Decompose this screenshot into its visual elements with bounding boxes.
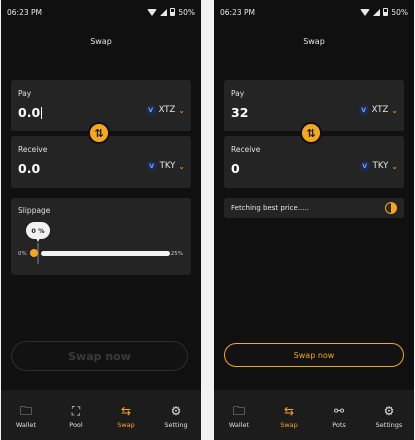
receive-label: Receive: [18, 145, 48, 154]
swap-screen-right: 06:23 PM 50% Swap Pay 32 V XTZ ⌄ Receive…: [214, 0, 414, 440]
receive-token-symbol: TKY: [159, 161, 176, 171]
chevron-down-icon: ⌄: [391, 161, 398, 171]
pay-label: Pay: [18, 89, 32, 98]
wifi-icon: [147, 8, 158, 16]
slippage-value-bubble: 0 %: [26, 222, 50, 242]
pay-amount-input[interactable]: 32: [231, 105, 248, 120]
status-time: 06:23 PM: [220, 7, 255, 17]
battery-icon: [383, 8, 389, 16]
slippage-min-label: 0%: [18, 251, 27, 257]
chevron-down-icon: ⌄: [391, 105, 398, 115]
receive-amount: 0: [231, 161, 240, 176]
receive-label: Receive: [231, 145, 261, 154]
slippage-card: Slippage 0 % 0% 25%: [11, 198, 191, 275]
battery-icon: [170, 8, 176, 16]
pay-token-symbol: XTZ: [158, 105, 176, 115]
fetching-price-text: Fetching best price.....: [231, 204, 309, 212]
wallet-icon: 🗀: [19, 404, 32, 418]
battery-percent: 50%: [178, 7, 195, 17]
settings-gear-icon: ⚙: [383, 404, 395, 418]
bottom-nav: 🗀 Wallet ⇆ Swap ⚯ Pots ⚙ Settings: [214, 390, 414, 440]
tezos-logo-icon: V: [358, 105, 369, 115]
tezos-logo-icon: V: [146, 161, 157, 171]
receive-card: Receive 0 V TKY ⌄: [224, 136, 404, 188]
slippage-slider-thumb[interactable]: [30, 249, 38, 257]
battery-percent: 50%: [391, 7, 408, 17]
swap-screen-left: 06:23 PM 50% Swap Pay 0.0 V XTZ ⌄ Receiv…: [1, 0, 201, 440]
swap-arrows-icon: ⇆: [120, 404, 132, 418]
chevron-down-icon: ⌄: [178, 161, 185, 171]
swap-now-button[interactable]: Swap now: [11, 341, 188, 371]
bottom-nav: 🗀 Wallet ⛶ Pool ⇆ Swap ⚙ Setting: [1, 390, 201, 440]
price-status-card: Fetching best price.....: [224, 198, 404, 218]
pay-amount-input[interactable]: 0.0: [18, 105, 43, 120]
receive-token-symbol: TKY: [372, 161, 389, 171]
receive-token-selector[interactable]: V TKY ⌄: [146, 161, 185, 171]
tezos-logo-icon: V: [145, 105, 156, 115]
nav-item-swap[interactable]: ⇆ Swap: [269, 405, 309, 429]
text-caret: [41, 107, 43, 119]
slippage-max-label: 25%: [170, 251, 183, 257]
pay-label: Pay: [231, 89, 245, 98]
nav-item-pots[interactable]: ⚯ Pots: [319, 405, 359, 429]
signal-icon: [160, 8, 168, 16]
loading-spinner-icon: [385, 202, 397, 214]
tezos-logo-icon: V: [359, 161, 370, 171]
chevron-down-icon: ⌄: [178, 105, 185, 115]
receive-token-selector[interactable]: V TKY ⌄: [359, 161, 398, 171]
wifi-icon: [360, 8, 371, 16]
pay-token-selector[interactable]: V XTZ ⌄: [358, 105, 398, 115]
pool-icon: ⛶: [71, 404, 81, 418]
nav-item-swap[interactable]: ⇆ Swap: [106, 405, 146, 429]
pay-token-symbol: XTZ: [371, 105, 389, 115]
nav-item-pool[interactable]: ⛶ Pool: [56, 405, 96, 429]
slippage-slider-track[interactable]: [41, 251, 170, 256]
pay-token-selector[interactable]: V XTZ ⌄: [145, 105, 185, 115]
settings-gear-icon: ⚙: [170, 404, 182, 418]
swap-now-button[interactable]: Swap now: [224, 343, 404, 367]
wallet-icon: 🗀: [232, 404, 245, 418]
swap-direction-button[interactable]: ⇅: [88, 122, 110, 144]
slippage-label: Slippage: [18, 206, 51, 215]
nav-item-setting[interactable]: ⚙ Setting: [156, 405, 196, 429]
nav-item-wallet[interactable]: 🗀 Wallet: [6, 405, 46, 429]
signal-icon: [373, 8, 381, 16]
status-bar: 06:23 PM 50%: [7, 6, 195, 18]
page-title: Swap: [303, 37, 325, 46]
swap-arrows-icon: ⇆: [283, 404, 295, 418]
page-title: Swap: [90, 37, 112, 46]
status-bar: 06:23 PM 50%: [220, 6, 408, 18]
pots-icon: ⚯: [333, 404, 345, 418]
nav-item-settings[interactable]: ⚙ Settings: [369, 405, 409, 429]
nav-item-wallet[interactable]: 🗀 Wallet: [219, 405, 259, 429]
receive-amount: 0.0: [18, 161, 41, 176]
swap-direction-button[interactable]: ⇅: [300, 122, 322, 144]
status-time: 06:23 PM: [7, 7, 42, 17]
